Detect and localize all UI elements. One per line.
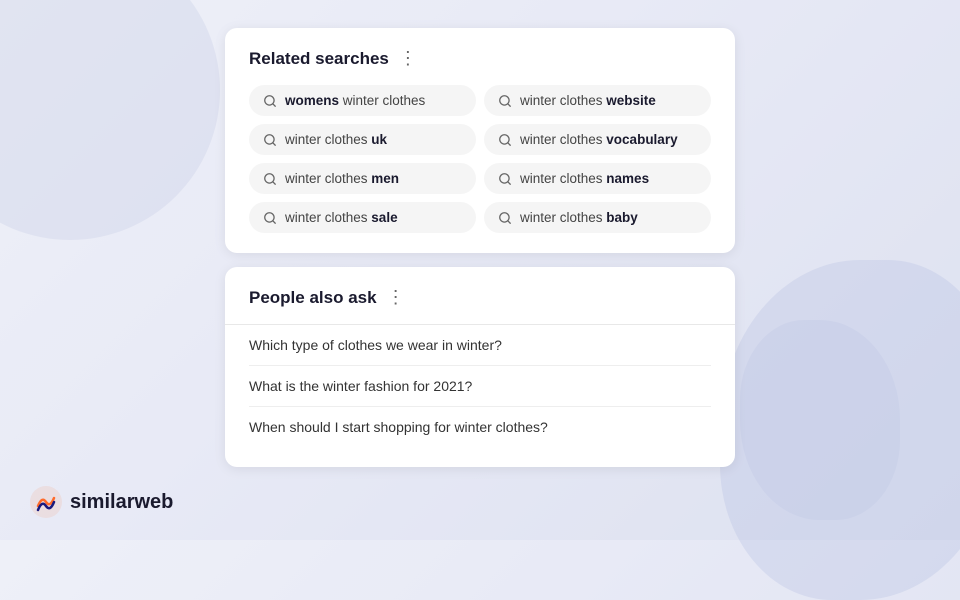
search-icon [498, 172, 512, 186]
chip-baby[interactable]: winter clothes baby [484, 202, 711, 233]
search-icon [498, 211, 512, 225]
search-icon [263, 94, 277, 108]
chip-vocabulary-text: winter clothes vocabulary [520, 132, 678, 147]
chip-men[interactable]: winter clothes men [249, 163, 476, 194]
chip-sale[interactable]: winter clothes sale [249, 202, 476, 233]
search-icon [498, 94, 512, 108]
related-searches-header: Related searches ⋮ [249, 48, 711, 69]
paa-more-icon[interactable]: ⋮ [387, 287, 406, 308]
related-searches-card: Related searches ⋮ womens winter clothes… [225, 28, 735, 253]
chip-website-text: winter clothes website [520, 93, 656, 108]
people-also-ask-card: People also ask ⋮ Which type of clothes … [225, 267, 735, 467]
chip-womens[interactable]: womens winter clothes [249, 85, 476, 116]
related-searches-more-icon[interactable]: ⋮ [399, 48, 418, 69]
search-icon [498, 133, 512, 147]
chip-sale-text: winter clothes sale [285, 210, 398, 225]
similarweb-logo-icon [30, 486, 62, 518]
search-icon [263, 172, 277, 186]
related-searches-title: Related searches [249, 49, 389, 69]
logo-text: similarweb [70, 491, 173, 514]
search-icon [263, 211, 277, 225]
chip-vocabulary[interactable]: winter clothes vocabulary [484, 124, 711, 155]
paa-title: People also ask [249, 288, 377, 308]
logo: similarweb [30, 486, 173, 518]
chip-baby-text: winter clothes baby [520, 210, 638, 225]
paa-question-1[interactable]: Which type of clothes we wear in winter? [249, 325, 711, 366]
main-content: Related searches ⋮ womens winter clothes… [0, 0, 960, 467]
chip-womens-text: womens winter clothes [285, 93, 425, 108]
paa-question-2[interactable]: What is the winter fashion for 2021? [249, 366, 711, 407]
chip-names[interactable]: winter clothes names [484, 163, 711, 194]
paa-question-3[interactable]: When should I start shopping for winter … [249, 407, 711, 447]
chip-uk[interactable]: winter clothes uk [249, 124, 476, 155]
search-chips-grid: womens winter clothes winter clothes web… [249, 85, 711, 233]
chip-website[interactable]: winter clothes website [484, 85, 711, 116]
chip-men-text: winter clothes men [285, 171, 399, 186]
paa-header: People also ask ⋮ [249, 287, 711, 308]
chip-names-text: winter clothes names [520, 171, 649, 186]
chip-uk-text: winter clothes uk [285, 132, 387, 147]
search-icon [263, 133, 277, 147]
